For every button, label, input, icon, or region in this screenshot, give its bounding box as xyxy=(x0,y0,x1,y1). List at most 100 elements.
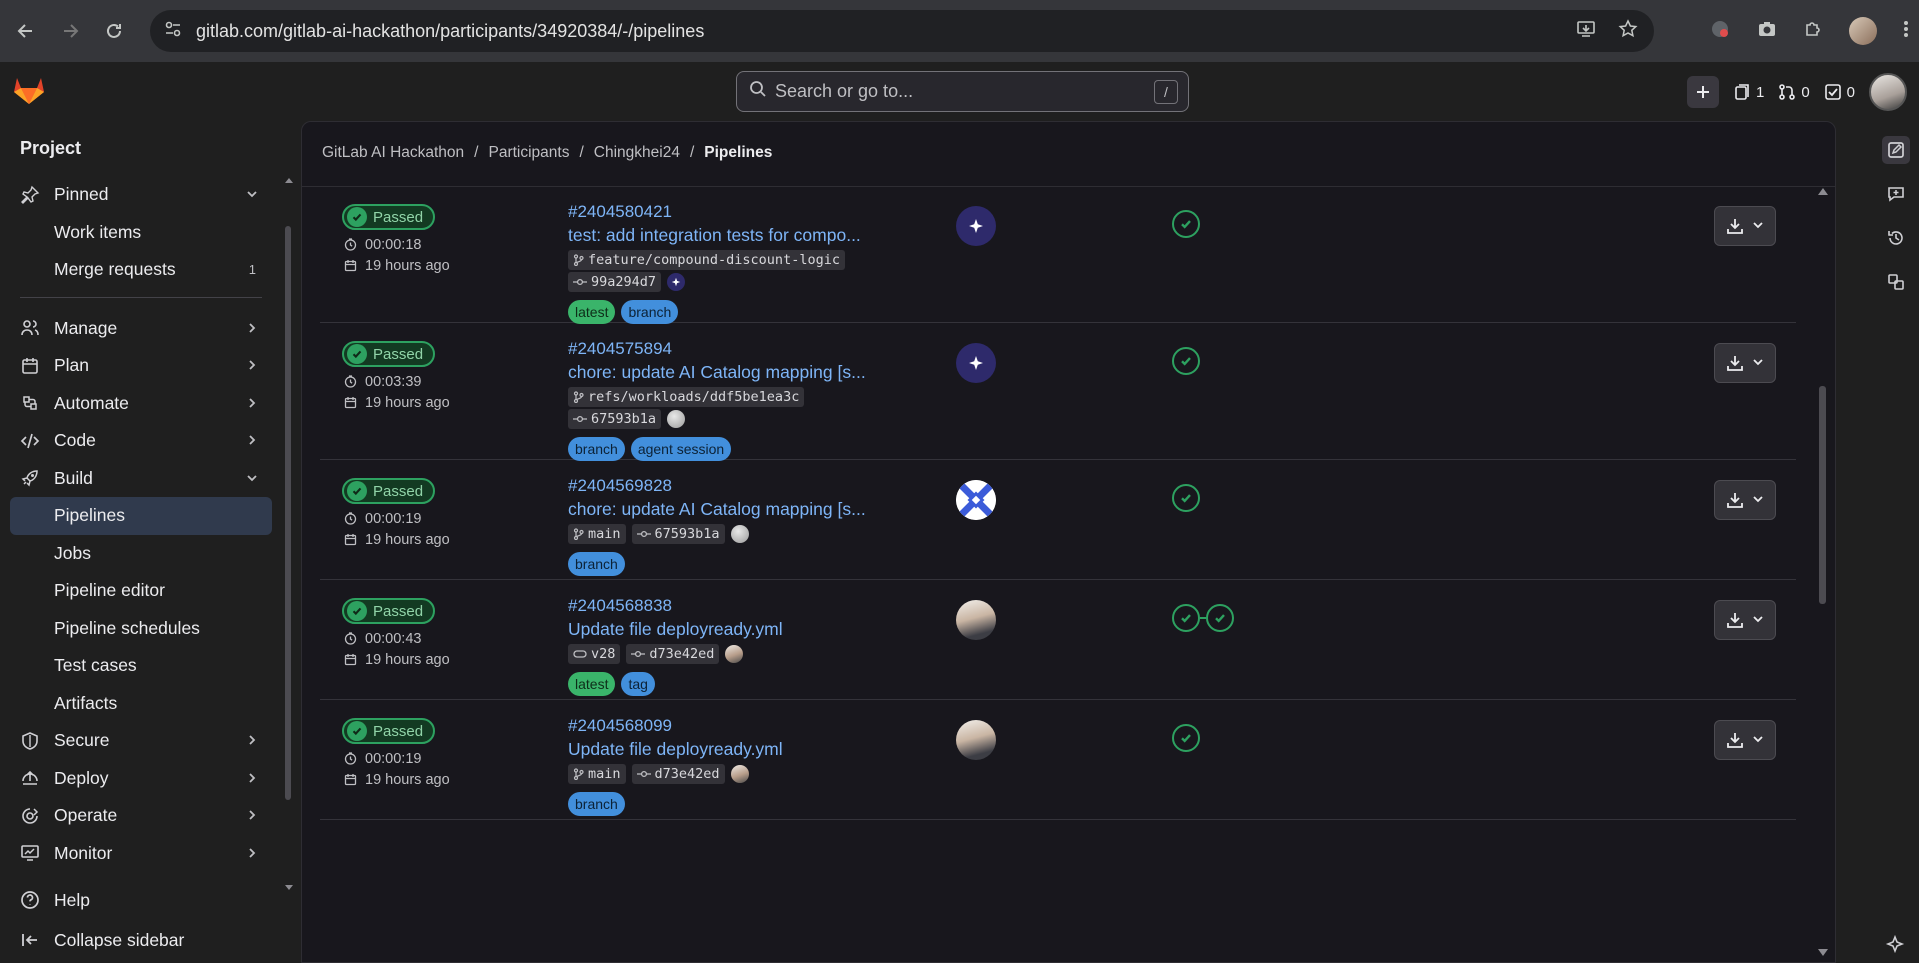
user-avatar[interactable] xyxy=(1869,73,1907,111)
url-text: gitlab.com/gitlab-ai-hackathon/participa… xyxy=(196,20,705,41)
sidebar-scrollbar[interactable] xyxy=(284,178,293,890)
download-artifacts-button[interactable] xyxy=(1714,206,1776,246)
stage-passed-icon[interactable] xyxy=(1172,484,1200,512)
sidebar-item-monitor[interactable]: Monitor xyxy=(10,835,272,873)
status-badge[interactable]: Passed xyxy=(342,478,436,504)
stage-passed-icon[interactable] xyxy=(1172,210,1200,238)
sidebar-item-pipelines[interactable]: Pipelines xyxy=(10,497,272,535)
sidebar-item-work-items[interactable]: Work items xyxy=(10,214,272,252)
status-badge[interactable]: Passed xyxy=(342,204,436,230)
tag-ref[interactable]: v28 xyxy=(568,644,621,664)
sidebar-item-code[interactable]: Code xyxy=(10,422,272,460)
breadcrumb-link[interactable]: GitLab AI Hackathon xyxy=(322,144,464,162)
chevron-down-icon xyxy=(246,468,258,489)
commit-sha[interactable]: d73e42ed xyxy=(626,644,720,664)
pipeline-commit-title[interactable]: Update file deployready.yml xyxy=(568,619,898,640)
sidebar-item-manage[interactable]: Manage xyxy=(10,310,272,348)
sidebar-item-label: Artifacts xyxy=(54,692,118,713)
extensions-puzzle-icon[interactable] xyxy=(1803,19,1823,44)
duration: 00:03:39 xyxy=(365,373,422,390)
finished-time: 19 hours ago xyxy=(365,394,450,411)
pipeline-id-link[interactable]: #2404569828 xyxy=(568,476,908,496)
gitlab-logo-icon[interactable] xyxy=(12,74,46,111)
edit-note-icon[interactable] xyxy=(1882,136,1910,164)
breadcrumb-current[interactable]: Pipelines xyxy=(704,144,772,162)
branch-ref[interactable]: main xyxy=(568,524,626,544)
breadcrumb-link[interactable]: Chingkhei24 xyxy=(594,144,680,162)
stage-passed-icon[interactable] xyxy=(1206,604,1234,632)
breadcrumb-link[interactable]: Participants xyxy=(488,144,569,162)
download-artifacts-button[interactable] xyxy=(1714,600,1776,640)
download-artifacts-button[interactable] xyxy=(1714,480,1776,520)
sidebar-item-operate[interactable]: Operate xyxy=(10,797,272,835)
chat-comment-icon[interactable] xyxy=(1882,180,1910,208)
reload-icon[interactable] xyxy=(96,13,132,49)
merge-requests-button[interactable]: 0 xyxy=(1778,83,1810,101)
help-button[interactable]: Help xyxy=(10,880,280,920)
pipeline-commit-title[interactable]: Update file deployready.yml xyxy=(568,739,898,760)
pipeline-id-link[interactable]: #2404580421 xyxy=(568,202,908,222)
sidebar-item-deploy[interactable]: Deploy xyxy=(10,760,272,798)
stage-passed-icon[interactable] xyxy=(1172,724,1200,752)
assigned-issues-button[interactable]: 1 xyxy=(1733,83,1764,101)
sidebar-item-artifacts[interactable]: Artifacts xyxy=(10,685,272,723)
triggerer-duo-avatar[interactable] xyxy=(956,206,996,246)
triggerer-duo-avatar[interactable] xyxy=(956,343,996,383)
sidebar-item-automate[interactable]: Automate xyxy=(10,385,272,423)
forward-icon[interactable] xyxy=(52,13,88,49)
stage-passed-icon[interactable] xyxy=(1172,347,1200,375)
stage-passed-icon[interactable] xyxy=(1172,604,1200,632)
status-badge[interactable]: Passed xyxy=(342,598,436,624)
sidebar-item-pipeline-schedules[interactable]: Pipeline schedules xyxy=(10,610,272,648)
sidebar-item-pipeline-editor[interactable]: Pipeline editor xyxy=(10,572,272,610)
extension-record-icon[interactable] xyxy=(1709,18,1731,45)
suggestions-icon[interactable] xyxy=(1882,268,1910,296)
branch-ref[interactable]: feature/compound-discount-logic xyxy=(568,250,845,270)
address-bar[interactable]: gitlab.com/gitlab-ai-hackathon/participa… xyxy=(150,10,1654,52)
pipeline-commit-title[interactable]: test: add integration tests for compo... xyxy=(568,225,898,246)
commit-sha[interactable]: 67593b1a xyxy=(568,409,662,429)
site-settings-icon[interactable] xyxy=(164,20,182,43)
browser-menu-icon[interactable] xyxy=(1903,19,1909,44)
sidebar-item-build[interactable]: Build xyxy=(10,460,272,498)
branch-ref[interactable]: main xyxy=(568,764,626,784)
back-icon[interactable] xyxy=(8,13,44,49)
commit-sha[interactable]: d73e42ed xyxy=(631,764,725,784)
commit-sha[interactable]: 99a294d7 xyxy=(568,272,662,292)
calendar-icon xyxy=(20,356,46,376)
collapse-sidebar-button[interactable]: Collapse sidebar xyxy=(10,920,280,960)
install-app-icon[interactable] xyxy=(1576,19,1596,44)
download-artifacts-button[interactable] xyxy=(1714,720,1776,760)
triggerer-avatar[interactable] xyxy=(956,480,996,520)
pipeline-id-link[interactable]: #2404568099 xyxy=(568,716,908,736)
sidebar-item-pinned[interactable]: Pinned xyxy=(10,176,272,214)
sidebar-item-plan[interactable]: Plan xyxy=(10,347,272,385)
bookmark-star-icon[interactable] xyxy=(1618,18,1638,44)
main-scrollbar[interactable] xyxy=(1817,186,1828,962)
ref-name: feature/compound-discount-logic xyxy=(588,252,840,268)
sidebar-item-secure[interactable]: Secure xyxy=(10,722,272,760)
todos-button[interactable]: 0 xyxy=(1824,83,1855,101)
sidebar-item-test-cases[interactable]: Test cases xyxy=(10,647,272,685)
pipeline-id-link[interactable]: #2404575894 xyxy=(568,339,908,359)
download-artifacts-button[interactable] xyxy=(1714,343,1776,383)
mr-count: 0 xyxy=(1801,83,1810,101)
branch-ref[interactable]: refs/workloads/ddf5be1ea3c xyxy=(568,387,805,407)
pipeline-commit-title[interactable]: chore: update AI Catalog mapping [s... xyxy=(568,362,898,383)
status-badge[interactable]: Passed xyxy=(342,341,436,367)
pipeline-commit-title[interactable]: chore: update AI Catalog mapping [s... xyxy=(568,499,898,520)
status-badge[interactable]: Passed xyxy=(342,718,436,744)
history-icon[interactable] xyxy=(1882,224,1910,252)
triggerer-avatar[interactable] xyxy=(956,720,996,760)
camera-icon[interactable] xyxy=(1757,19,1777,44)
duo-agent-icon[interactable] xyxy=(1884,934,1906,961)
triggerer-avatar[interactable] xyxy=(956,600,996,640)
sidebar-item-label: Build xyxy=(54,467,93,488)
pipeline-id-link[interactable]: #2404568838 xyxy=(568,596,908,616)
sidebar-item-jobs[interactable]: Jobs xyxy=(10,535,272,573)
browser-profile-avatar[interactable] xyxy=(1849,17,1877,45)
commit-sha[interactable]: 67593b1a xyxy=(631,524,725,544)
create-new-button[interactable] xyxy=(1686,76,1719,108)
global-search[interactable]: Search or go to... / xyxy=(736,71,1189,112)
sidebar-item-merge-requests[interactable]: Merge requests 1 xyxy=(10,251,272,289)
